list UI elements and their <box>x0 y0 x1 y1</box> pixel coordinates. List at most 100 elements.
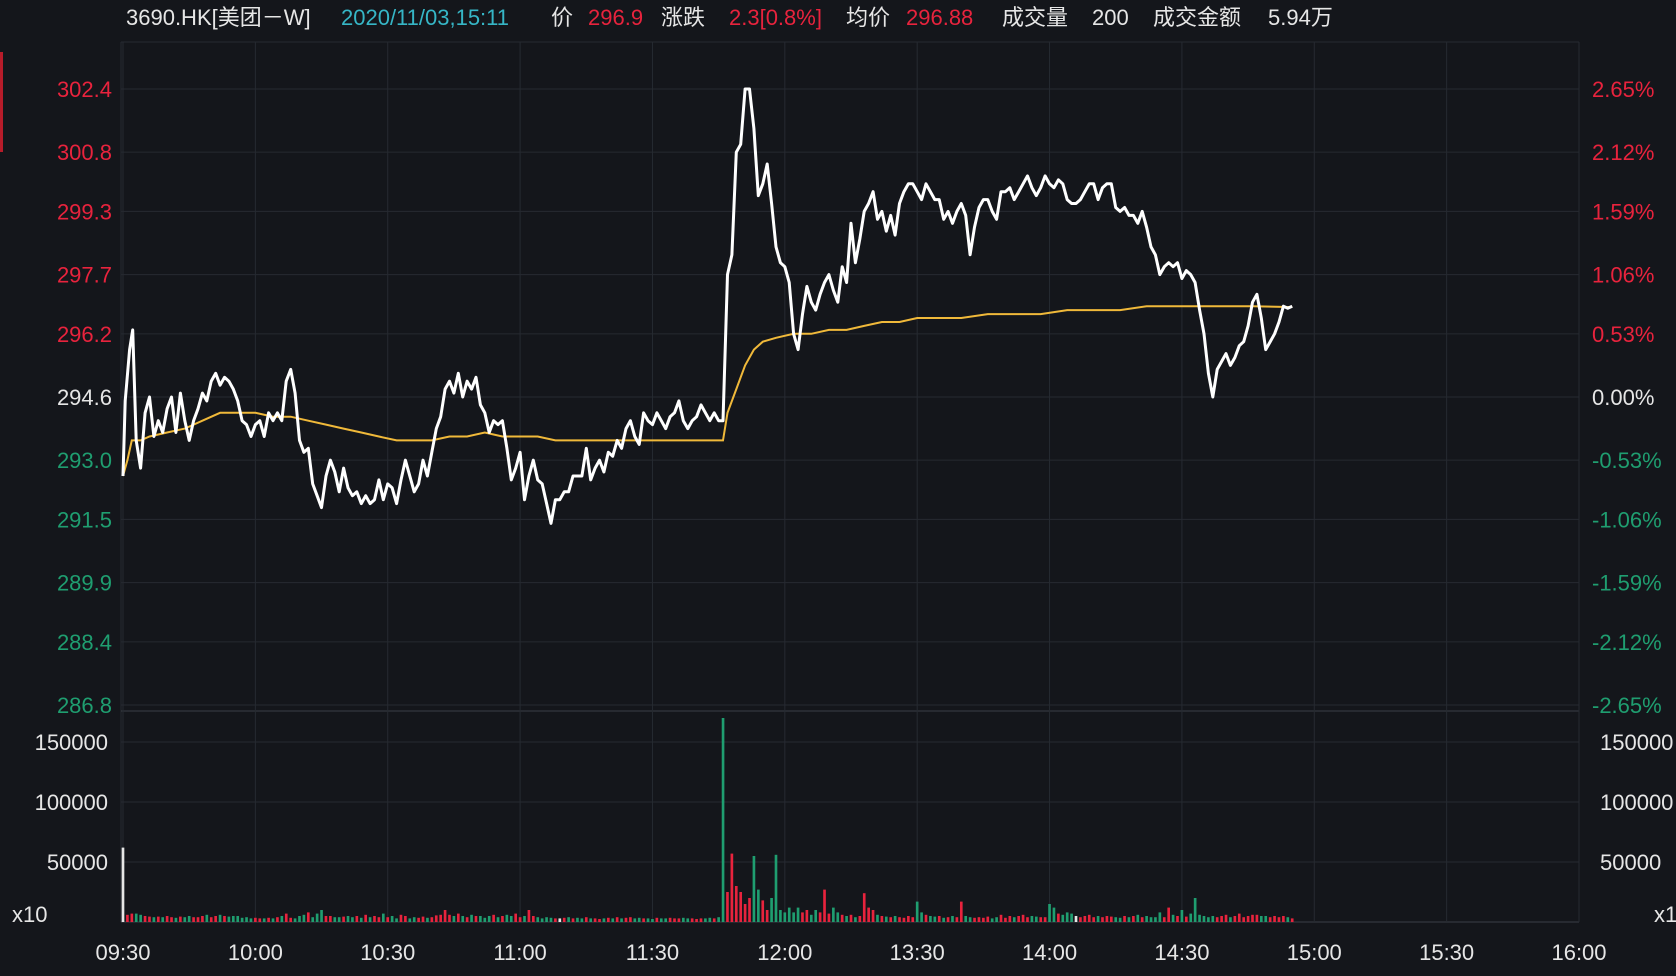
volume-bar <box>659 918 663 922</box>
volume-bar <box>426 917 429 922</box>
volume-bar <box>1286 917 1290 922</box>
volume-bar <box>730 853 734 922</box>
volume-bar <box>412 917 416 922</box>
volume-bar <box>1043 917 1047 922</box>
volume-bar <box>395 918 398 922</box>
volume-bar <box>1136 914 1140 922</box>
volume-bar <box>249 918 253 922</box>
volume-bar <box>783 912 787 922</box>
volume-bar <box>1026 917 1029 922</box>
volume-bar <box>554 918 557 922</box>
volume-bar <box>589 918 593 922</box>
percent-tick-label: 0.00% <box>1592 385 1654 410</box>
volume-bar <box>1202 916 1206 922</box>
volume-bar <box>849 914 853 922</box>
time-tick-label: 10:00 <box>228 940 283 965</box>
volume-bar <box>1251 914 1254 922</box>
volume-bar <box>223 916 226 922</box>
volume-bar <box>757 889 760 922</box>
volume-bar <box>1189 913 1193 922</box>
volume-bar <box>880 916 884 922</box>
volume-bar <box>933 916 937 922</box>
volume-bar <box>1127 917 1131 922</box>
percent-tick-label: 1.06% <box>1592 263 1654 288</box>
volume-bar <box>1140 917 1144 922</box>
volume-bar <box>973 917 976 922</box>
volume-bar <box>1220 916 1223 922</box>
volume-tick-label-left: 50000 <box>47 850 108 875</box>
volume-bar <box>505 914 509 922</box>
volume-bar <box>986 916 990 922</box>
volume-bar <box>959 901 963 922</box>
volume-bar <box>1083 916 1087 922</box>
volume-bar <box>1132 916 1135 922</box>
volume-bar <box>523 916 526 922</box>
volume-bar <box>1065 912 1069 922</box>
volume-bar <box>1154 917 1157 922</box>
volume-tick-label-right: 50000 <box>1600 850 1661 875</box>
volume-bar <box>1158 912 1162 922</box>
volume-bar <box>871 910 875 922</box>
time-tick-label: 10:30 <box>360 940 415 965</box>
price-tick-label: 296.2 <box>57 322 112 347</box>
percent-tick-label: 1.59% <box>1592 199 1654 224</box>
volume-bar <box>452 916 456 922</box>
volume-bar <box>571 918 575 922</box>
volume-bar <box>514 913 518 922</box>
volume-bar <box>637 917 641 922</box>
volume-bar <box>889 917 893 922</box>
volume-bar <box>355 916 359 922</box>
volume-bar <box>1273 916 1276 922</box>
volume-bar <box>629 917 632 922</box>
volume-bar <box>1105 916 1109 922</box>
volume-bar <box>408 918 412 922</box>
volume-bar <box>633 918 637 922</box>
price-tick-label: 302.4 <box>57 77 112 102</box>
price-tick-label: 286.8 <box>57 693 112 718</box>
volume-bar <box>902 917 906 922</box>
volume-bar <box>165 916 169 922</box>
volume-bar <box>770 898 773 922</box>
volume-bar <box>430 917 434 922</box>
volume-bar <box>1074 916 1078 922</box>
volume-bar <box>884 916 888 922</box>
volume-bar <box>995 917 998 922</box>
volume-bar <box>1184 916 1188 922</box>
volume-bar <box>598 919 601 922</box>
volume-bar <box>448 914 451 922</box>
volume-tick-label-left: 100000 <box>35 790 108 815</box>
volume-bar <box>545 917 548 922</box>
volume-bar <box>845 916 848 922</box>
price-tick-label: 293.0 <box>57 448 112 473</box>
volume-bar <box>1242 917 1246 922</box>
volume-bar <box>399 914 403 922</box>
volume-bar <box>929 916 932 922</box>
volume-bar <box>937 916 941 922</box>
volume-bar <box>854 917 857 922</box>
volume-bar <box>1264 916 1268 922</box>
volume-bar <box>187 916 191 922</box>
time-tick-label: 14:00 <box>1022 940 1077 965</box>
volume-bar <box>576 917 579 922</box>
volume-bar <box>518 917 522 922</box>
volume-bar <box>1198 914 1201 922</box>
volume-bar <box>1096 916 1100 922</box>
volume-bar <box>329 916 332 922</box>
volume-bar <box>121 847 125 922</box>
volume-unit-right: x1 <box>1654 902 1676 927</box>
volume-bar <box>456 913 460 922</box>
volume-bar <box>320 910 323 922</box>
volume-bar <box>862 893 866 922</box>
volume-bar <box>527 910 531 922</box>
volume-bar <box>1008 916 1012 922</box>
price-tick-label: 291.5 <box>57 507 112 532</box>
volume-bar <box>876 914 879 922</box>
volume-bar <box>474 916 478 922</box>
volume-bar <box>651 919 654 922</box>
volume-bar <box>373 916 376 922</box>
volume-bar <box>668 917 672 922</box>
volume-bar <box>1087 914 1091 922</box>
volume-bar <box>390 916 394 922</box>
volume-bar <box>893 916 897 922</box>
price-tick-label: 299.3 <box>57 199 112 224</box>
